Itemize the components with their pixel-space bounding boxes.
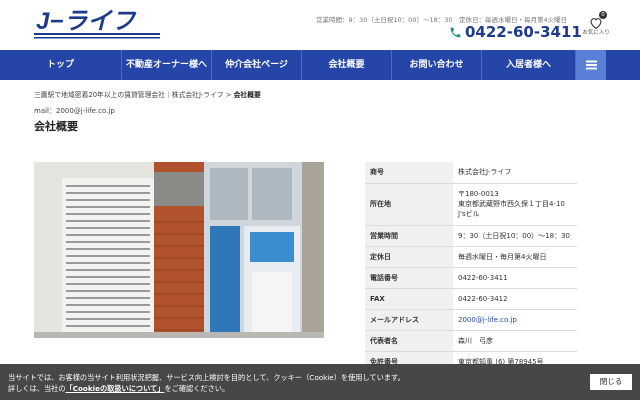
table-row: 商号 株式会社J-ライフ — [365, 162, 577, 184]
phone-number-text: 0422-60-3411 — [465, 23, 582, 41]
table-row: メールアドレス 2000@j-life.co.jp — [365, 309, 577, 331]
table-row: 代表者名 森川 弓彦 — [365, 330, 577, 352]
table-row: 電話番号 0422-60-3411 — [365, 267, 577, 289]
table-row: 所在地 〒180-0013 東京都武蔵野市西久保１丁目4-10 J'sビル — [365, 183, 577, 226]
phone-number[interactable]: 0422-60-3411 — [449, 23, 582, 41]
cookie-policy-link[interactable]: 「Cookieの取扱いについて」 — [66, 384, 165, 393]
nav-item-residents[interactable]: 入居者様へ — [482, 50, 576, 80]
menu-button[interactable] — [576, 50, 606, 80]
nav-item-contact[interactable]: お問い合わせ — [392, 50, 482, 80]
table-key: 営業時間 — [365, 225, 453, 247]
breadcrumb: 三鷹駅で地域密着20年以上の賃貸管理会社｜株式会社J-ライフ > 会社概要 — [34, 89, 261, 99]
table-value: 森川 弓彦 — [453, 330, 577, 352]
logo-text: J−ライフ — [36, 8, 137, 35]
table-value: 0422-60-3411 — [453, 267, 577, 289]
site-logo[interactable]: J−ライフ — [34, 6, 162, 42]
phone-icon — [450, 27, 461, 37]
table-row: FAX 0422-60-3412 — [365, 288, 577, 310]
cookie-text-detail: 詳しくは、当社の「Cookieの取扱いについて」をご確認ください。 — [8, 384, 229, 394]
breadcrumb-separator: > — [225, 91, 232, 99]
table-value: 0422-60-3412 — [453, 288, 577, 310]
office-photo — [34, 162, 324, 338]
table-value: 9：30（土日祝10：00）〜18：30 — [453, 225, 577, 247]
cookie-banner: 当サイトでは、お客様の当サイト利用状況把握、サービス向上検討を目的として、クッキ… — [0, 364, 640, 400]
cookie-text: 当サイトでは、お客様の当サイト利用状況把握、サービス向上検討を目的として、クッキ… — [8, 373, 405, 382]
table-key: FAX — [365, 288, 453, 310]
table-row: 営業時間 9：30（土日祝10：00）〜18：30 — [365, 225, 577, 247]
nav-item-brokers[interactable]: 仲介会社ページ — [212, 50, 302, 80]
table-value: 2000@j-life.co.jp — [453, 309, 577, 331]
table-key: 所在地 — [365, 183, 453, 226]
table-key: 商号 — [365, 162, 453, 184]
nav-item-company[interactable]: 会社概要 — [302, 50, 392, 80]
company-info-table: 商号 株式会社J-ライフ 所在地 〒180-0013 東京都武蔵野市西久保１丁目… — [365, 162, 577, 373]
breadcrumb-home[interactable]: 三鷹駅で地域密着20年以上の賃貸管理会社｜株式会社J-ライフ — [34, 91, 224, 99]
table-key: メールアドレス — [365, 309, 453, 331]
cookie-close-button[interactable]: 閉じる — [590, 374, 632, 390]
site-header: J−ライフ 営業時間：9：30（土日祝10：00）〜18：30 定休日：毎週水曜… — [0, 0, 640, 50]
table-key: 代表者名 — [365, 330, 453, 352]
table-key: 定休日 — [365, 246, 453, 268]
favorites-button[interactable]: 0 お気に入り — [582, 11, 610, 36]
email-link[interactable]: 2000@j-life.co.jp — [458, 316, 517, 324]
nav-item-top[interactable]: トップ — [0, 50, 122, 80]
table-key: 電話番号 — [365, 267, 453, 289]
table-row: 定休日 毎週水曜日・毎月第4火曜日 — [365, 246, 577, 268]
page-title: 会社概要 — [34, 120, 78, 133]
cookie-text-pre: 詳しくは、当社の — [8, 384, 66, 393]
table-value: 〒180-0013 東京都武蔵野市西久保１丁目4-10 J'sビル — [453, 183, 577, 226]
heart-icon: 0 — [589, 11, 607, 30]
main-nav: トップ 不動産オーナー様へ 仲介会社ページ 会社概要 お問い合わせ 入居者様へ — [0, 50, 640, 80]
table-value: 株式会社J-ライフ — [453, 162, 577, 184]
favorites-count-badge: 0 — [599, 11, 607, 19]
hamburger-icon — [585, 64, 597, 66]
nav-item-owners[interactable]: 不動産オーナー様へ — [122, 50, 212, 80]
mail-address: mail：2000@j-life.co.jp — [34, 107, 115, 115]
favorites-label: お気に入り — [582, 30, 610, 36]
breadcrumb-current: 会社概要 — [233, 91, 261, 99]
table-value: 毎週水曜日・毎月第4火曜日 — [453, 246, 577, 268]
cookie-text-post: をご確認ください。 — [164, 384, 230, 393]
